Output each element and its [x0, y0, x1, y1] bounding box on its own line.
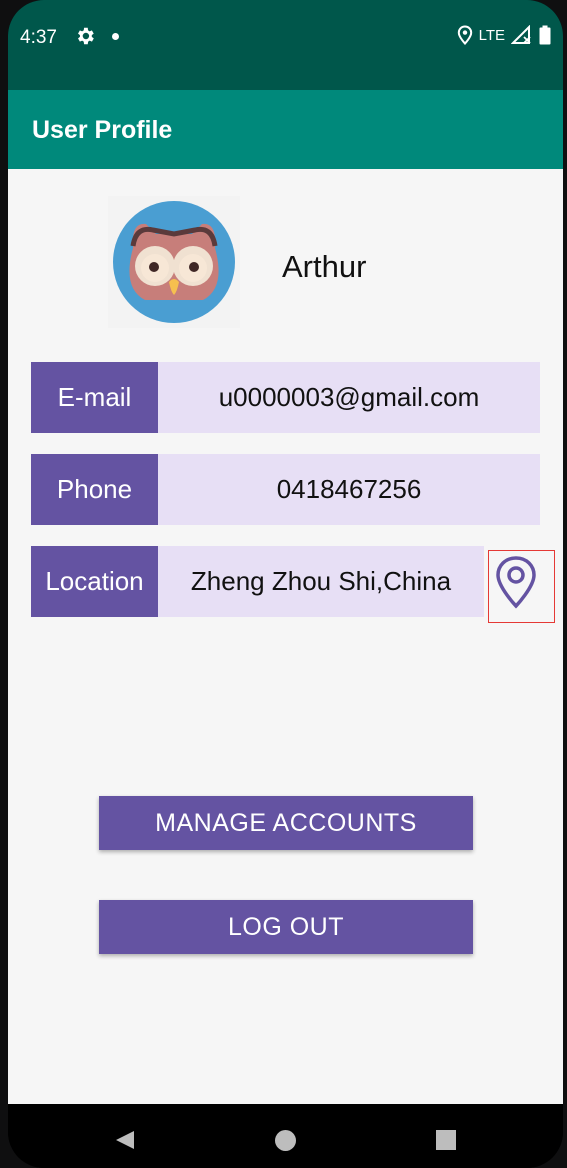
page-title: User Profile	[32, 116, 173, 144]
battery-icon	[539, 25, 551, 45]
email-label: E-mail	[31, 362, 158, 433]
home-circle-icon[interactable]	[275, 1130, 296, 1151]
location-label: Location	[31, 546, 158, 617]
navigation-bar	[8, 1104, 563, 1168]
recent-square-icon[interactable]	[436, 1130, 456, 1150]
status-icons: LTE	[457, 25, 551, 45]
user-name: Arthur	[282, 249, 367, 284]
log-out-button[interactable]: LOG OUT	[99, 900, 473, 954]
email-row: E-mail u0000003@gmail.com	[31, 362, 540, 433]
email-value: u0000003@gmail.com	[158, 362, 540, 433]
phone-value: 0418467256	[158, 454, 540, 525]
network-type: LTE	[478, 26, 505, 44]
location-pin-icon	[457, 25, 472, 45]
profile-content: Arthur E-mail u0000003@gmail.com Phone 0…	[8, 169, 563, 1104]
phone-row: Phone 0418467256	[31, 454, 540, 525]
gear-icon	[78, 27, 94, 45]
location-value: Zheng Zhou Shi,China	[158, 546, 484, 617]
phone-label: Phone	[31, 454, 158, 525]
manage-accounts-button[interactable]: MANAGE ACCOUNTS	[99, 796, 473, 850]
app-bar: User Profile	[8, 90, 563, 169]
status-time: 4:37	[20, 27, 57, 48]
location-row: Location Zheng Zhou Shi,China	[31, 546, 540, 617]
avatar	[108, 196, 240, 328]
signal-icon	[511, 25, 531, 44]
status-bar: 4:37 LTE	[8, 0, 563, 90]
notification-dot	[112, 33, 119, 40]
phone-frame: 4:37 LTE User Profile Arthur E-mail u000…	[8, 0, 563, 1168]
back-triangle-icon[interactable]	[114, 1129, 136, 1151]
map-pin-icon[interactable]	[488, 550, 555, 623]
